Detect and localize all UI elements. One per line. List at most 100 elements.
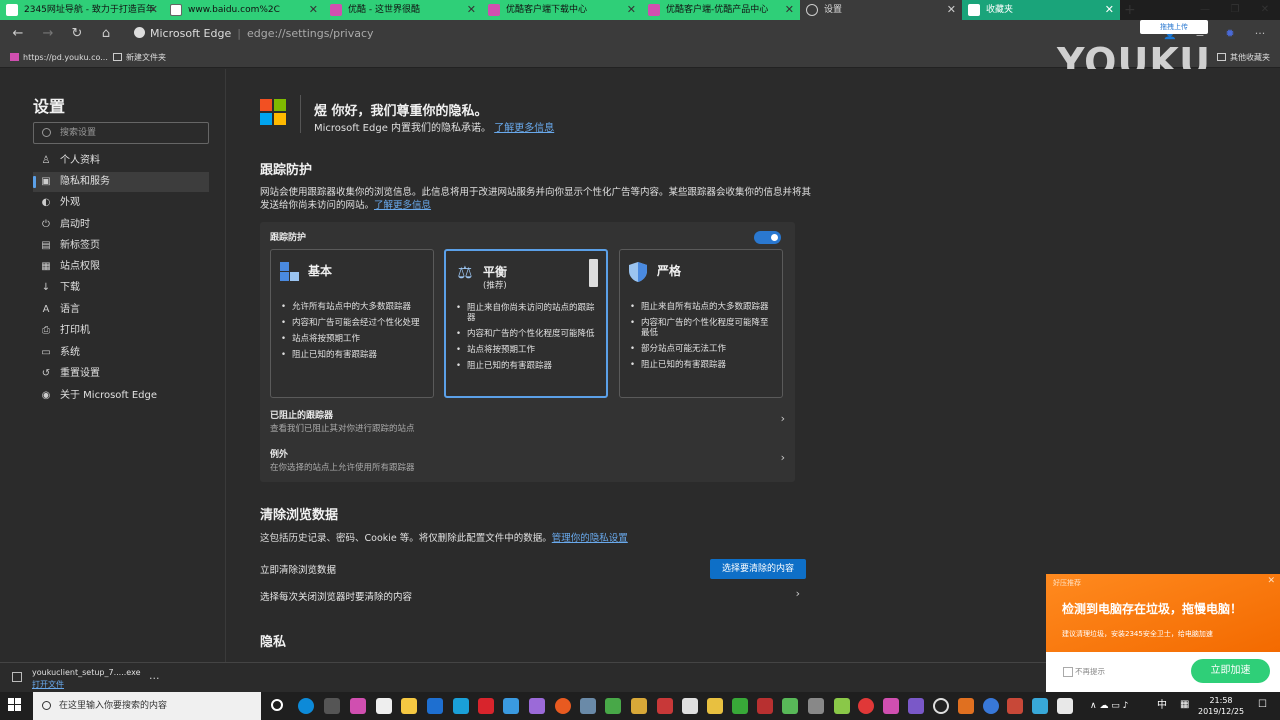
youku-taskbar-icon[interactable] bbox=[350, 698, 366, 714]
close-icon[interactable]: ✕ bbox=[467, 0, 476, 20]
app-gold-icon[interactable] bbox=[707, 698, 723, 714]
app-orange-icon[interactable] bbox=[555, 698, 571, 714]
close-icon[interactable]: ✕ bbox=[947, 0, 956, 20]
sidebar-item-downloads[interactable]: ↓ 下载 bbox=[33, 278, 209, 298]
upload-button[interactable]: 拖拽上传 bbox=[1140, 20, 1208, 34]
edge-taskbar-icon[interactable] bbox=[298, 698, 314, 714]
folder-taskbar-icon[interactable] bbox=[401, 698, 417, 714]
bookmark-youku[interactable]: https://pd.youku.co... bbox=[10, 48, 108, 68]
back-button[interactable]: ← bbox=[8, 24, 28, 44]
sidebar-item-permissions[interactable]: ▦ 站点权限 bbox=[33, 257, 209, 277]
app-sky-icon[interactable] bbox=[1032, 698, 1048, 714]
card-balanced[interactable]: ⚖ 平衡 (推荐) 阻止来自你尚未访问的站点的跟踪器 内容和广告的个性化程度可能… bbox=[444, 249, 608, 398]
app-globe-icon[interactable] bbox=[983, 698, 999, 714]
close-icon[interactable]: ✕ bbox=[785, 0, 794, 20]
sidebar-item-printers[interactable]: ⎙ 打印机 bbox=[33, 321, 209, 341]
taskbar-clock[interactable]: 21:58 2019/12/25 bbox=[1198, 695, 1244, 717]
app-light-icon[interactable] bbox=[1057, 698, 1073, 714]
clear-on-close-row[interactable]: 选择每次关闭浏览器时要清除的内容 › bbox=[260, 587, 800, 603]
app-blue-icon[interactable] bbox=[503, 698, 519, 714]
app-gray-icon[interactable] bbox=[580, 698, 596, 714]
tab-baidu[interactable]: www.baidu.com%2C ✕ bbox=[164, 0, 324, 20]
choose-clear-button[interactable]: 选择要清除的内容 bbox=[710, 559, 806, 579]
menu-icon[interactable]: ··· bbox=[1253, 27, 1267, 41]
app-yellow-icon[interactable] bbox=[631, 698, 647, 714]
cortana-icon[interactable] bbox=[271, 699, 283, 711]
app-red-icon[interactable] bbox=[478, 698, 494, 714]
search-input[interactable]: 搜索设置 bbox=[33, 122, 209, 144]
taskbar-search-input[interactable]: 在这里输入你要搜索的内容 bbox=[33, 692, 261, 720]
ad-dont-show-checkbox[interactable]: 不再提示 bbox=[1063, 666, 1105, 677]
system-tray[interactable]: ∧ ☁ ▭ ♪ bbox=[1090, 692, 1128, 720]
manage-privacy-link[interactable]: 管理你的隐私设置 bbox=[552, 533, 628, 544]
tracking-learn-more-link[interactable]: 了解更多信息 bbox=[374, 200, 431, 211]
sidebar-item-about[interactable]: ◉ 关于 Microsoft Edge bbox=[33, 386, 209, 406]
app-rust-icon[interactable] bbox=[1007, 698, 1023, 714]
sidebar-item-startup[interactable]: ⏻ 启动时 bbox=[33, 215, 209, 235]
sidebar-item-languages[interactable]: A 语言 bbox=[33, 300, 209, 320]
scrollbar[interactable] bbox=[589, 259, 598, 287]
app-silver-icon[interactable] bbox=[808, 698, 824, 714]
app-pink-icon[interactable] bbox=[883, 698, 899, 714]
app-white-icon[interactable] bbox=[682, 698, 698, 714]
sidebar-item-reset[interactable]: ↺ 重置设置 bbox=[33, 364, 209, 384]
store-icon[interactable] bbox=[453, 698, 469, 714]
ad-close-icon[interactable]: ✕ bbox=[1267, 576, 1275, 586]
refresh-button[interactable]: ↻ bbox=[67, 24, 87, 44]
app-crimson-icon[interactable] bbox=[657, 698, 673, 714]
minimize-button[interactable]: — bbox=[1190, 0, 1220, 20]
address-bar[interactable]: Microsoft Edge | edge://settings/privacy bbox=[134, 25, 374, 43]
app-maroon-icon[interactable] bbox=[757, 698, 773, 714]
close-icon[interactable]: ✕ bbox=[309, 0, 318, 20]
tracking-toggle[interactable] bbox=[754, 231, 781, 244]
notification-icon[interactable]: ☐ bbox=[1258, 699, 1267, 710]
app-grass-icon[interactable] bbox=[782, 698, 798, 714]
sidebar-item-profile[interactable]: ♙ 个人资料 bbox=[33, 151, 209, 171]
close-icon[interactable]: ✕ bbox=[149, 0, 158, 20]
ie-icon[interactable] bbox=[427, 698, 443, 714]
learn-more-link[interactable]: 了解更多信息 bbox=[494, 123, 554, 134]
other-favorites[interactable]: 其他收藏夹 bbox=[1217, 48, 1270, 68]
blocked-trackers-row[interactable]: 已阻止的跟踪器 查看我们已阻止其对你进行跟踪的站点 › bbox=[270, 404, 785, 436]
open-file-link[interactable]: 打开文件 bbox=[32, 679, 64, 690]
tab-favorites[interactable]: 收藏夹 ✕ bbox=[962, 0, 1120, 20]
ime-indicator[interactable]: 中 bbox=[1157, 692, 1167, 720]
maximize-button[interactable]: ❐ bbox=[1220, 0, 1250, 20]
home-button[interactable]: ⌂ bbox=[96, 24, 116, 44]
app-circle-icon[interactable] bbox=[858, 698, 874, 714]
app-record-icon[interactable] bbox=[933, 698, 949, 714]
new-tab-button[interactable]: + bbox=[1124, 0, 1138, 20]
sidebar-item-newtab[interactable]: ▤ 新标签页 bbox=[33, 236, 209, 256]
app-green-icon[interactable] bbox=[605, 698, 621, 714]
tab-youku-products[interactable]: 优酷客户端-优酷产品中心 ✕ bbox=[642, 0, 800, 20]
tab-youku[interactable]: 优酷 - 这世界很酷 ✕ bbox=[324, 0, 482, 20]
close-icon[interactable]: ✕ bbox=[1105, 0, 1114, 20]
card-basic[interactable]: 基本 允许所有站点中的大多数跟踪器 内容和广告可能会经过个性化处理 站点将按预期… bbox=[270, 249, 434, 398]
app-lime-icon[interactable] bbox=[732, 698, 748, 714]
sidebar-item-system[interactable]: ▭ 系统 bbox=[33, 343, 209, 363]
download-more-button[interactable]: ··· bbox=[149, 672, 160, 685]
sidebar-item-appearance[interactable]: ◐ 外观 bbox=[33, 193, 209, 213]
app-purple-icon[interactable] bbox=[529, 698, 545, 714]
tab-youku-download[interactable]: 优酷客户端下载中心 ✕ bbox=[482, 0, 642, 20]
app-leaf-icon[interactable] bbox=[834, 698, 850, 714]
window-close-button[interactable]: ✕ bbox=[1250, 0, 1280, 20]
windows-start-icon[interactable] bbox=[8, 698, 22, 712]
exceptions-row[interactable]: 例外 在你选择的站点上允许使用所有跟踪器 › bbox=[270, 443, 785, 475]
sidebar-item-privacy[interactable]: ▣ 隐私和服务 bbox=[33, 172, 209, 192]
ad-accelerate-button[interactable]: 立即加速 bbox=[1191, 659, 1270, 683]
forward-button[interactable]: → bbox=[38, 24, 58, 44]
calendar-icon[interactable]: ▦ bbox=[1180, 699, 1189, 710]
card-strict[interactable]: 严格 阻止来自所有站点的大多数跟踪器 内容和广告的个性化程度可能降至最低 部分站… bbox=[619, 249, 783, 398]
extension-icon[interactable]: ✹ bbox=[1223, 27, 1237, 41]
download-item[interactable]: youkuclient_setup_7.....exe 打开文件 ··· bbox=[12, 668, 160, 690]
mail-icon[interactable] bbox=[376, 698, 392, 714]
app-amber-icon[interactable] bbox=[958, 698, 974, 714]
app-violet-icon[interactable] bbox=[908, 698, 924, 714]
close-icon[interactable]: ✕ bbox=[627, 0, 636, 20]
task-view-icon[interactable] bbox=[324, 698, 340, 714]
bookmark-folder[interactable]: 新建文件夹 bbox=[113, 48, 166, 68]
tab-settings[interactable]: 设置 ✕ bbox=[800, 0, 962, 20]
address-url: edge://settings/privacy bbox=[246, 27, 374, 40]
tab-2345[interactable]: 2345网址导航 - 致力于打造百年 ✕ bbox=[0, 0, 164, 20]
